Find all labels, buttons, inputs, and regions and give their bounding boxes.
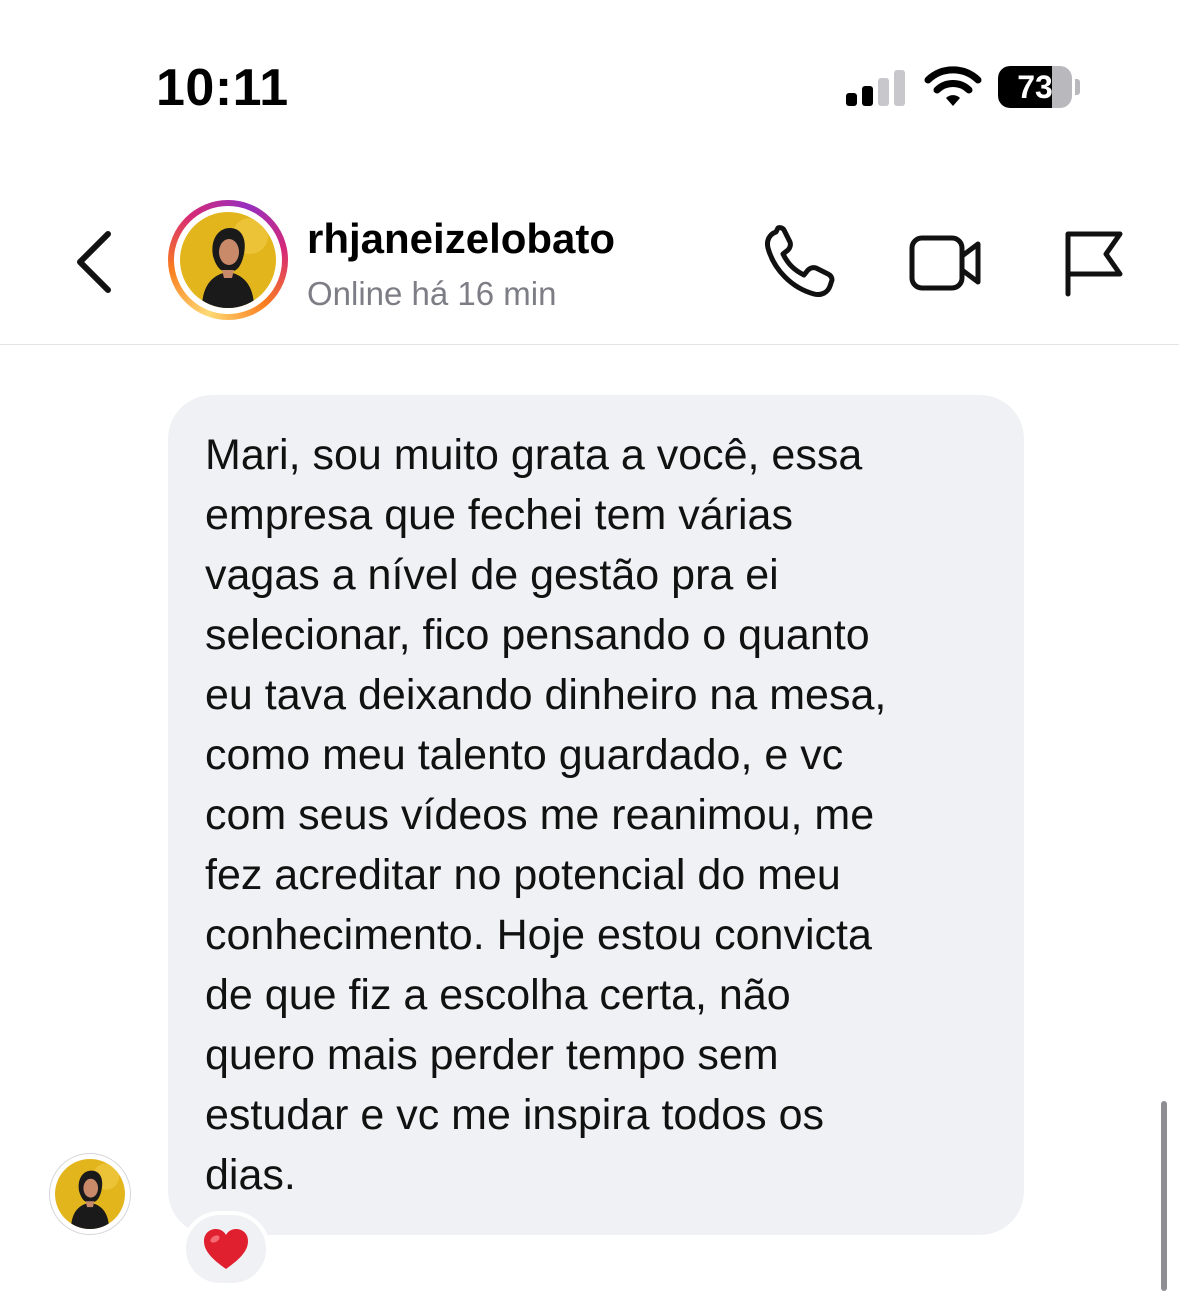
- message-text: Mari, sou muito grata a você, essa empre…: [205, 431, 887, 1199]
- message-bubble[interactable]: Mari, sou muito grata a você, essa empre…: [168, 395, 1024, 1235]
- message-reaction[interactable]: [182, 1211, 270, 1287]
- scrollbar[interactable]: [1161, 1101, 1167, 1291]
- battery-indicator: 73: [998, 66, 1082, 110]
- phone-call-button[interactable]: [758, 222, 840, 304]
- status-time: 10:11: [156, 59, 289, 117]
- heart-icon: [204, 1229, 248, 1269]
- status-bar: 10:11 73: [0, 0, 1179, 150]
- back-button[interactable]: [64, 226, 124, 296]
- chat-header: rhjaneizelobato Online há 16 min: [0, 180, 1179, 345]
- sender-avatar[interactable]: [49, 1153, 131, 1235]
- wifi-icon: [924, 66, 982, 106]
- message-thread[interactable]: Mari, sou muito grata a você, essa empre…: [0, 345, 1179, 1291]
- presence-status: Online há 16 min: [307, 275, 557, 312]
- avatar-image: [180, 212, 276, 308]
- battery-level: 73: [1017, 69, 1053, 105]
- video-call-button[interactable]: [904, 222, 986, 304]
- sender-avatar-image: [55, 1159, 125, 1229]
- cellular-signal-icon: [846, 70, 906, 106]
- profile-avatar[interactable]: [168, 200, 288, 320]
- chat-username[interactable]: rhjaneizelobato: [307, 214, 615, 264]
- report-flag-button[interactable]: [1054, 222, 1136, 304]
